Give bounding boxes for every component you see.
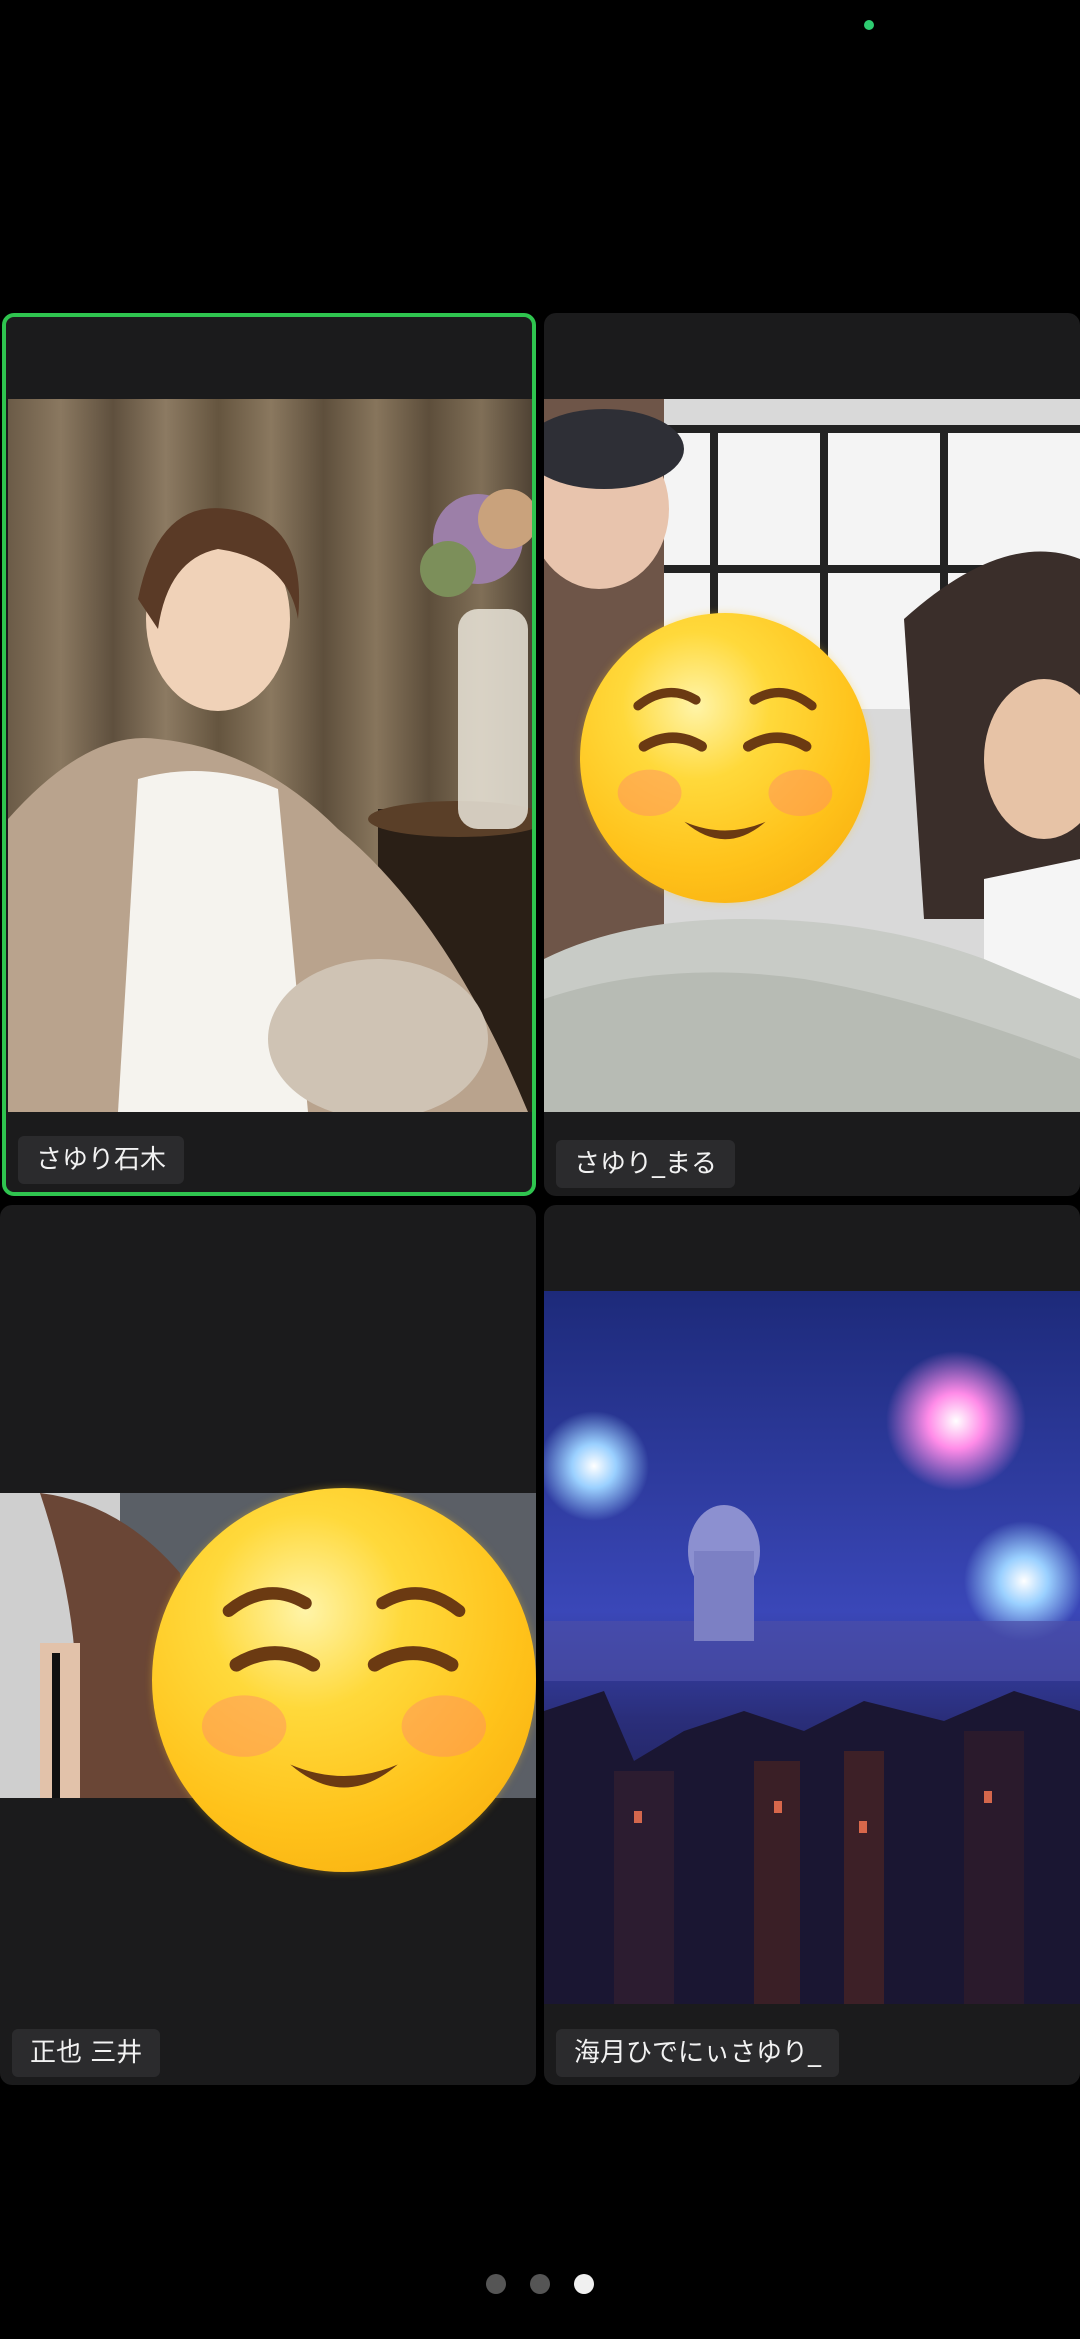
smiling-face-emoji-icon (580, 613, 870, 903)
status-indicator-dot (864, 20, 874, 30)
video-frame-image (544, 1291, 1080, 2004)
participant-tile-4[interactable]: 海月ひでにぃさゆり_ (544, 1205, 1080, 2085)
participant-name-label-1: さゆり石木 (18, 1136, 185, 1184)
page-indicator (0, 2274, 1080, 2294)
page-indicator-dot-icon[interactable] (530, 2274, 550, 2294)
participant-tile-1[interactable]: さゆり石木 (2, 313, 536, 1196)
video-frame-image (8, 399, 532, 1112)
smiling-face-emoji-icon (152, 1488, 536, 1872)
page-indicator-dot-icon[interactable] (574, 2274, 594, 2294)
participant-video-4 (544, 1291, 1080, 2004)
participant-tile-3[interactable]: 正也 三井 (0, 1205, 536, 2085)
participant-tile-2[interactable]: さゆり_まる (544, 313, 1080, 1196)
participant-name-label-2: さゆり_まる (556, 1140, 736, 1188)
participant-name-label-4: 海月ひでにぃさゆり_ (556, 2029, 840, 2077)
page-indicator-dot-icon[interactable] (486, 2274, 506, 2294)
participant-video-1 (8, 399, 532, 1112)
participant-name-label-3: 正也 三井 (12, 2029, 161, 2077)
